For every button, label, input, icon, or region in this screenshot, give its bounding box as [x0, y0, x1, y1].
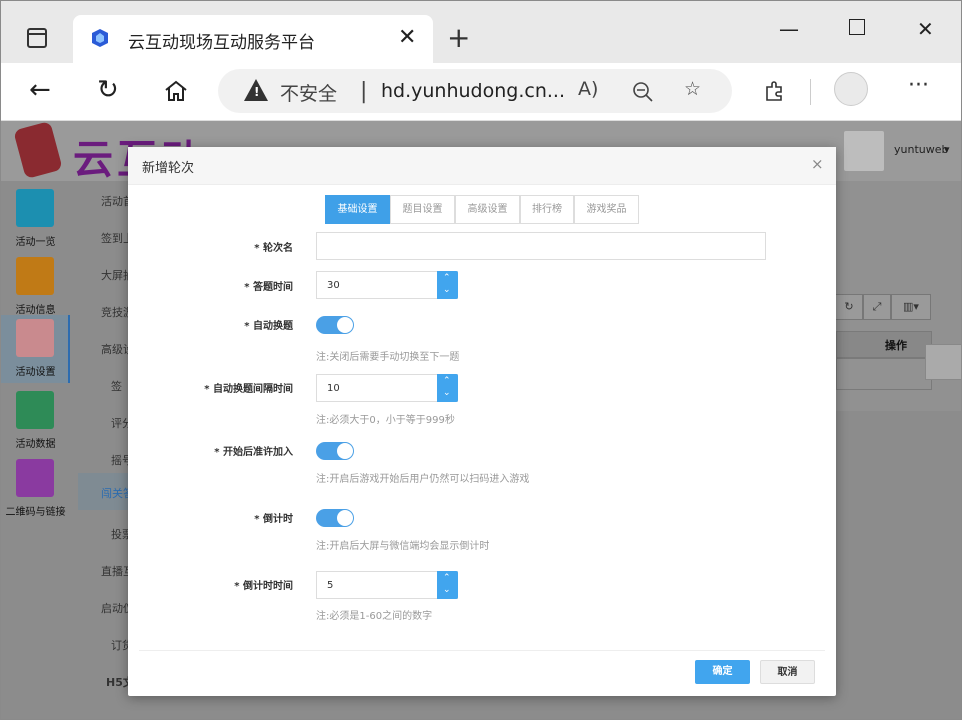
url-separator: | [360, 79, 368, 104]
extensions-icon[interactable] [763, 79, 787, 103]
auto-switch-note: 注:关闭后需要手动切换至下一题 [316, 352, 460, 363]
new-round-dialog: 新增轮次 × 基础设置 题目设置 高级设置 排行榜 游戏奖品 * 轮次名 * 答… [128, 147, 836, 696]
op-column-header: 操作 [885, 339, 907, 352]
tab-advanced-settings[interactable]: 高级设置 [455, 195, 520, 224]
confirm-button[interactable]: 确定 [695, 660, 750, 684]
switch-interval-input[interactable]: 10 ⌃ ⌄ [316, 374, 458, 402]
tab-leaderboard[interactable]: 排行榜 [520, 195, 574, 224]
answer-time-stepper[interactable]: ⌃ ⌄ [437, 271, 458, 299]
fullscreen-icon[interactable]: ⤢ [863, 294, 891, 320]
dialog-close-icon[interactable]: × [811, 155, 824, 173]
document-icon [16, 257, 54, 295]
switch-interval-value: 10 [327, 383, 340, 394]
dialog-title: 新增轮次 [142, 161, 195, 176]
countdown-toggle[interactable] [316, 509, 354, 527]
columns-icon[interactable]: ▥▾ [891, 294, 931, 320]
logo-icon [13, 120, 63, 180]
switch-interval-note: 注:必须大于0，小于等于999秒 [316, 415, 455, 426]
answer-time-input[interactable]: 30 ⌃ ⌄ [316, 271, 458, 299]
table-row [836, 358, 932, 390]
countdown-time-value: 5 [327, 580, 334, 591]
dialog-header: 新增轮次 × [128, 147, 836, 185]
tab-title: 云互动现场互动服务平台 [128, 33, 315, 53]
browser-tab[interactable]: 云互动现场互动服务平台 ✕ [73, 15, 433, 63]
back-icon[interactable]: ← [29, 75, 51, 105]
table-toolbar: ↻ ⤢ ▥▾ [835, 294, 931, 320]
profile-icon[interactable] [834, 72, 868, 106]
tab-close-icon[interactable]: ✕ [398, 25, 416, 50]
avatar[interactable] [844, 131, 884, 171]
dialog-footer-divider [139, 650, 825, 651]
grid-icon [16, 189, 54, 227]
sidebar-item-qrcode[interactable]: 二维码与链接 [1, 455, 70, 523]
allow-join-toggle[interactable] [316, 442, 354, 460]
allow-join-note: 注:开启后游戏开始后用户仍然可以扫码进入游戏 [316, 474, 530, 485]
tab-question-settings[interactable]: 题目设置 [390, 195, 455, 224]
allow-join-label: * 开始后准许加入 [214, 447, 293, 458]
reload-icon[interactable]: ↻ [97, 75, 119, 105]
maximize-icon[interactable] [849, 19, 865, 35]
answer-time-label: * 答题时间 [244, 282, 293, 293]
more-icon[interactable]: ··· [908, 73, 929, 98]
new-tab-icon[interactable]: + [447, 21, 470, 54]
countdown-note: 注:开启后大屏与微信端均会显示倒计时 [316, 541, 490, 552]
round-name-label: * 轮次名 [254, 243, 293, 254]
close-window-icon[interactable]: ✕ [917, 17, 934, 41]
qrcode-icon [16, 459, 54, 497]
home-icon[interactable] [163, 79, 189, 103]
read-aloud-icon[interactable]: A) [578, 78, 598, 100]
countdown-time-label: * 倒计时时间 [234, 581, 293, 592]
gear-icon [16, 319, 54, 357]
countdown-time-note: 注:必须是1-60之间的数字 [316, 611, 433, 622]
cancel-button[interactable]: 取消 [760, 660, 815, 684]
tab-basic-settings[interactable]: 基础设置 [325, 195, 390, 224]
float-qrcode-icon[interactable] [925, 344, 961, 380]
main-sidebar: 活动一览 活动信息 活动设置 活动数据 二维码与链接 [1, 181, 70, 719]
sidebar-item-activity-settings[interactable]: 活动设置 [1, 315, 70, 383]
sidebar-item-activity-data[interactable]: 活动数据 [1, 387, 70, 455]
favorites-icon[interactable]: ☆ [684, 78, 701, 100]
user-caret-icon[interactable]: ▾ [944, 143, 950, 156]
sidebar-item-activity-info[interactable]: 活动信息 [1, 253, 70, 321]
tab-game-prizes[interactable]: 游戏奖品 [574, 195, 639, 224]
security-text[interactable]: 不安全 [280, 79, 337, 106]
auto-switch-label: * 自动换题 [244, 321, 293, 332]
minimize-icon[interactable]: — [779, 17, 799, 41]
sidebar-item-activity-list[interactable]: 活动一览 [1, 185, 70, 253]
switch-interval-stepper[interactable]: ⌃ ⌄ [437, 374, 458, 402]
countdown-label: * 倒计时 [254, 514, 293, 525]
username[interactable]: yuntuweb [894, 143, 948, 156]
answer-time-value: 30 [327, 280, 340, 291]
refresh-icon[interactable]: ↻ [835, 294, 863, 320]
countdown-time-input[interactable]: 5 ⌃ ⌄ [316, 571, 458, 599]
auto-switch-toggle[interactable] [316, 316, 354, 334]
address-bar: ← ↻ ! 不安全 | hd.yunhudong.cn... A) ☆ ··· [1, 63, 961, 121]
url-text[interactable]: hd.yunhudong.cn... [381, 80, 565, 102]
switch-interval-label: * 自动换题间隔时间 [204, 384, 293, 395]
sidebar-icon[interactable] [27, 28, 47, 48]
countdown-time-stepper[interactable]: ⌃ ⌄ [437, 571, 458, 599]
tab-bar: 云互动现场互动服务平台 ✕ + — ✕ [1, 1, 961, 63]
zoom-out-icon[interactable] [632, 81, 654, 103]
database-icon [16, 391, 54, 429]
omnibox[interactable]: ! 不安全 | hd.yunhudong.cn... A) ☆ [218, 69, 732, 113]
round-name-input[interactable] [316, 232, 766, 260]
favicon-icon [92, 29, 108, 47]
table-header [836, 331, 932, 358]
browser-window: 云互动现场互动服务平台 ✕ + — ✕ ← ↻ ! 不安全 | hd.yunhu… [0, 0, 962, 720]
